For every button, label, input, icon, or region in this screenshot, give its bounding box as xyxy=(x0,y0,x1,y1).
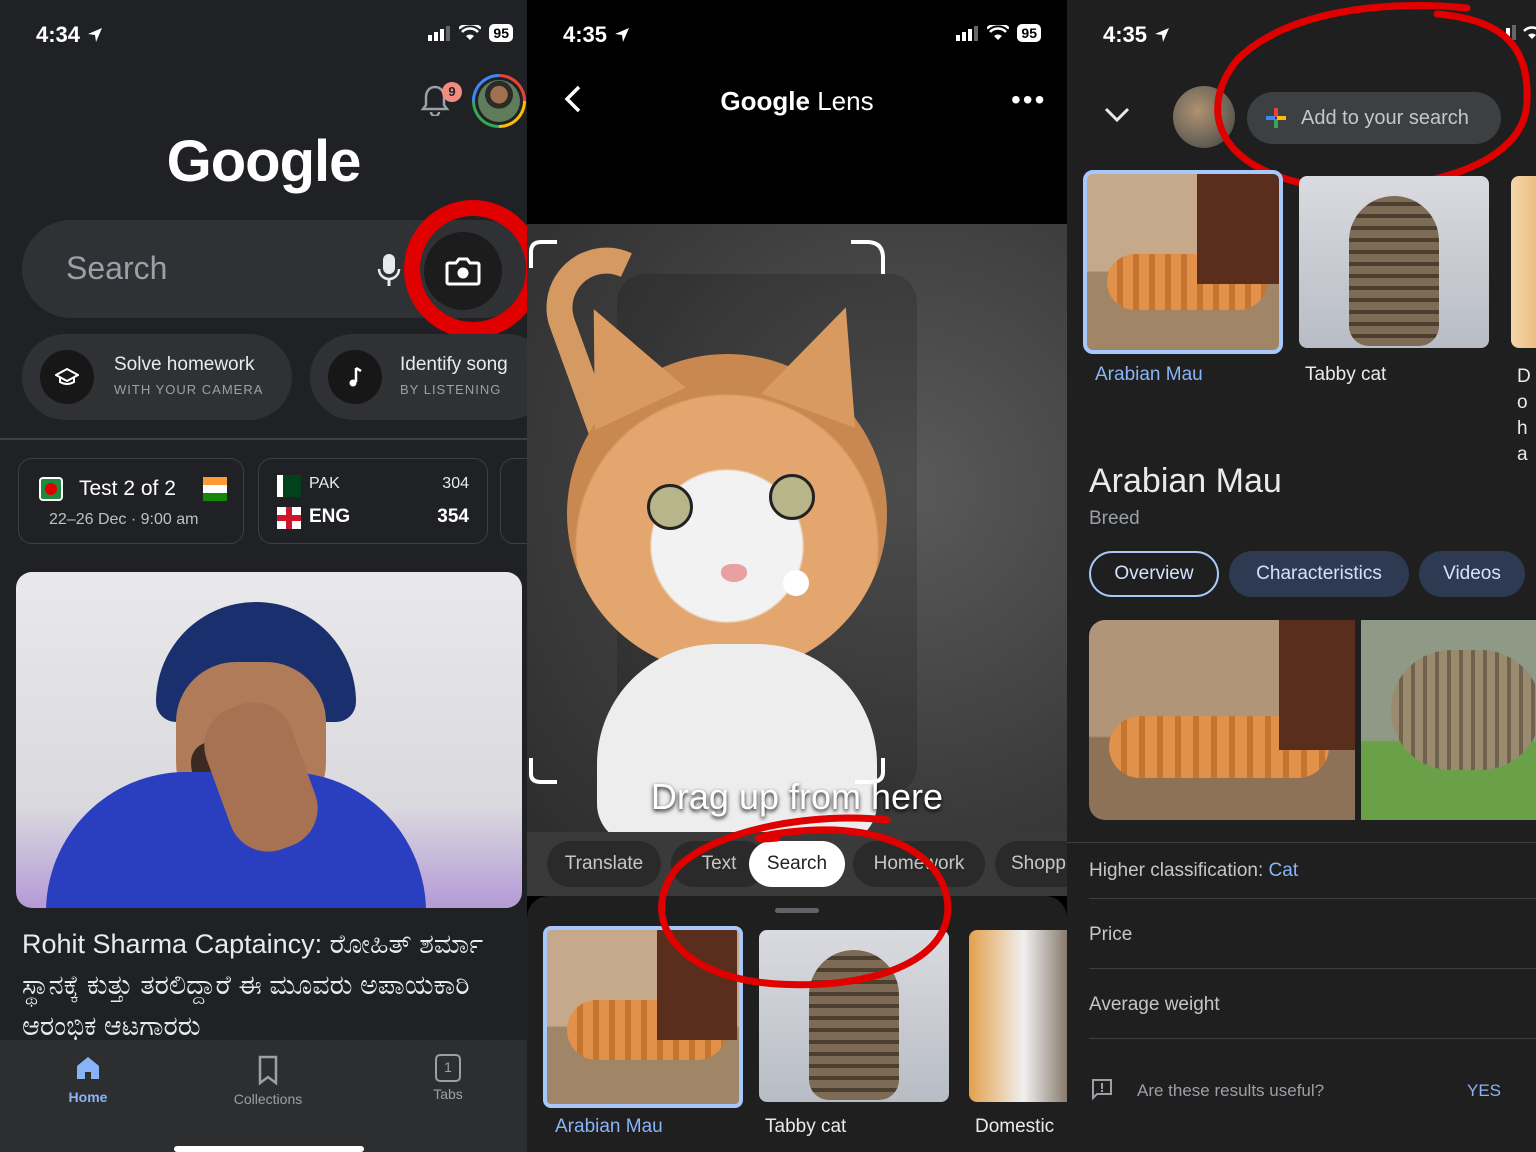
wifi-icon xyxy=(459,25,482,40)
result-thumb-arabian-mau[interactable] xyxy=(1083,170,1283,354)
notification-badge: 9 xyxy=(442,82,462,102)
tabs-icon: 1 xyxy=(435,1054,461,1082)
chip-subtitle: BY LISTENING xyxy=(400,382,502,397)
annotation-circle-search xyxy=(658,814,952,989)
door-shape xyxy=(1197,174,1279,284)
status-icons: 95 xyxy=(427,24,513,42)
identify-song-chip[interactable]: Identify song BY LISTENING xyxy=(310,334,527,420)
team2-score: 354 xyxy=(437,506,469,527)
match-title: Test 2 of 2 xyxy=(79,477,176,500)
cricket-card-partial[interactable] xyxy=(500,458,527,544)
nav-label: Tabs xyxy=(433,1086,463,1102)
result-label[interactable]: Arabian Mau xyxy=(555,1116,663,1138)
status-time: 4:35 xyxy=(1103,22,1171,48)
notifications-button[interactable]: 9 xyxy=(420,82,462,118)
classification-row[interactable]: Higher classification: Cat xyxy=(1089,860,1298,882)
divider xyxy=(1067,842,1536,843)
bookmark-icon xyxy=(258,1055,278,1086)
door-shape xyxy=(1279,620,1355,750)
lens-results-panel: 4:35 Add to your search Arabian Mau Tabb… xyxy=(1067,0,1536,1152)
location-arrow-icon xyxy=(1155,28,1170,42)
chip-title: Identify song xyxy=(400,354,508,375)
average-weight-row[interactable]: Average weight xyxy=(1089,994,1220,1016)
entity-image-2[interactable] xyxy=(1361,620,1536,820)
google-app-home-panel: 4:34 95 9 Google Search Solve homework W… xyxy=(0,0,527,1152)
entity-image-1[interactable] xyxy=(1089,620,1355,820)
account-avatar[interactable] xyxy=(472,74,526,128)
entity-title: Arabian Mau xyxy=(1089,462,1282,500)
result-label[interactable]: Arabian Mau xyxy=(1095,364,1203,386)
mode-shopping[interactable]: Shopp xyxy=(995,841,1067,887)
nav-tabs[interactable]: 1 Tabs xyxy=(388,1054,508,1102)
nav-label: Home xyxy=(68,1089,108,1105)
result-label[interactable]: Do ha xyxy=(1517,364,1535,468)
chip-subtitle: WITH YOUR CAMERA xyxy=(114,382,264,397)
feedback-yes-button[interactable]: YES xyxy=(1467,1081,1501,1101)
match-date: 22–26 Dec · 9:00 am xyxy=(49,511,199,528)
signal-icon xyxy=(428,26,451,41)
lens-camera-button[interactable] xyxy=(424,232,502,310)
cat-shape xyxy=(1349,196,1439,346)
nav-collections[interactable]: Collections xyxy=(208,1054,328,1107)
result-label[interactable]: Domestic xyxy=(975,1116,1054,1138)
tab-characteristics[interactable]: Characteristics xyxy=(1229,551,1409,597)
chevron-down-icon[interactable] xyxy=(1103,106,1131,124)
result-label[interactable]: Tabby cat xyxy=(1305,364,1386,386)
microphone-icon[interactable] xyxy=(376,252,402,288)
bottom-navigation: Home Collections 1 Tabs xyxy=(0,1040,527,1152)
team1-score: 304 xyxy=(442,475,469,492)
status-time: 4:34 xyxy=(36,22,104,48)
battery-level: 95 xyxy=(489,24,513,42)
home-icon xyxy=(77,1057,99,1079)
classification-link[interactable]: Cat xyxy=(1269,860,1299,881)
news-headline[interactable]: Rohit Sharma Captaincy: ರೋಹಿತ್ ಶರ್ಮಾ ಸ್ಥ… xyxy=(22,924,517,1047)
search-input[interactable]: Search xyxy=(66,250,167,287)
section-divider xyxy=(0,438,527,440)
battery-level: 95 xyxy=(1017,24,1041,42)
result-thumb-partial[interactable] xyxy=(1511,176,1536,348)
tab-videos[interactable]: Videos xyxy=(1419,551,1525,597)
music-note-icon xyxy=(328,350,382,404)
location-arrow-icon xyxy=(88,28,103,42)
price-row[interactable]: Price xyxy=(1089,924,1132,946)
divider xyxy=(1089,898,1536,899)
divider xyxy=(1089,968,1536,969)
status-icons: 95 xyxy=(955,24,1041,42)
lens-title: Google Lens xyxy=(720,86,874,116)
team2-name: ENG xyxy=(309,506,351,527)
result-thumb-tabby-cat[interactable] xyxy=(1299,176,1489,348)
cricket-match-card[interactable]: Test 2 of 2 22–26 Dec · 9:00 am xyxy=(18,458,244,544)
nav-home[interactable]: Home xyxy=(28,1054,148,1105)
nav-label: Collections xyxy=(233,1091,303,1107)
england-flag-icon xyxy=(277,507,301,529)
classification-label: Higher classification: xyxy=(1089,860,1264,881)
flag-icon xyxy=(39,477,63,501)
pakistan-flag-icon xyxy=(277,475,301,497)
location-arrow-icon xyxy=(615,28,630,42)
chip-title: Solve homework xyxy=(114,354,255,375)
feedback-question: Are these results useful? xyxy=(1137,1081,1325,1100)
feedback-icon xyxy=(1092,1079,1112,1100)
signal-icon xyxy=(956,26,979,41)
wifi-icon xyxy=(987,25,1010,40)
news-image[interactable] xyxy=(16,572,522,908)
cat-shape xyxy=(1391,650,1536,770)
google-lens-panel: 4:35 95 Google Lens ••• Drag up from her… xyxy=(527,0,1067,1152)
team1-name: PAK xyxy=(309,475,340,492)
result-label[interactable]: Tabby cat xyxy=(765,1116,846,1138)
more-options-icon[interactable]: ••• xyxy=(1011,84,1046,116)
entity-type: Breed xyxy=(1089,508,1140,529)
selection-frame[interactable] xyxy=(527,238,907,798)
home-indicator xyxy=(174,1146,364,1152)
divider xyxy=(1089,1038,1536,1039)
tab-overview[interactable]: Overview xyxy=(1089,551,1219,597)
camera-icon xyxy=(445,257,481,286)
status-time: 4:35 xyxy=(563,22,631,48)
solve-homework-chip[interactable]: Solve homework WITH YOUR CAMERA xyxy=(22,334,292,420)
graduation-cap-icon xyxy=(40,350,94,404)
india-flag-icon xyxy=(203,477,227,501)
cricket-score-card[interactable]: PAK 304 ENG 354 xyxy=(258,458,488,544)
result-thumb-domestic[interactable] xyxy=(969,930,1067,1102)
google-logo: Google xyxy=(166,129,362,194)
